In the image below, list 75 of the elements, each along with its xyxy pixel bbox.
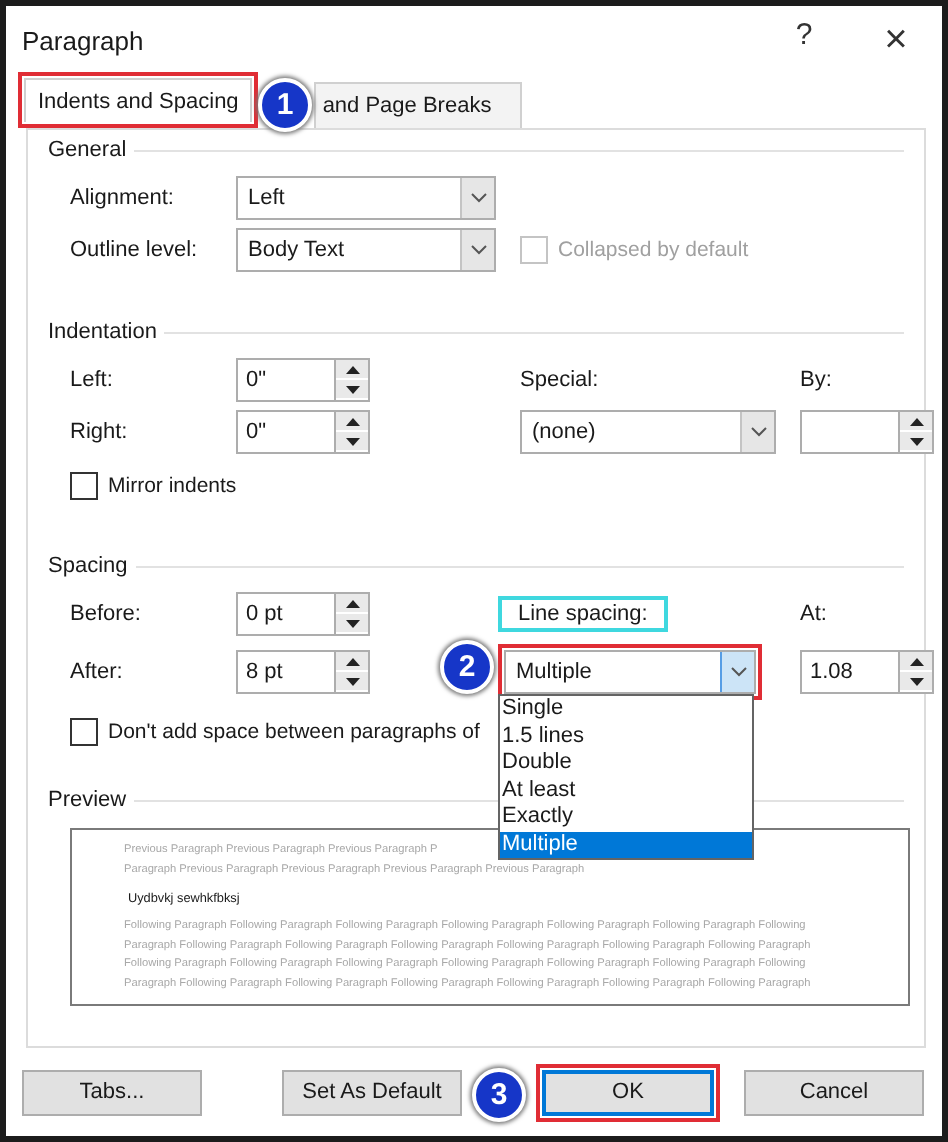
down-arrow-icon (345, 437, 359, 445)
up-arrow-icon (345, 657, 359, 665)
dropdown-option[interactable]: Double (500, 750, 752, 777)
dropdown[interactable]: Left (236, 176, 496, 220)
dropdown-option[interactable]: 1.5 lines (500, 723, 752, 750)
down-arrow-icon (345, 619, 359, 627)
up-arrow-icon (909, 417, 923, 425)
checkbox-label: Mirror indents (108, 474, 237, 498)
spin-down-button[interactable] (336, 672, 368, 692)
checkbox[interactable] (70, 718, 98, 746)
input-field[interactable]: 0" (236, 410, 336, 454)
down-arrow-icon (345, 677, 359, 685)
spin-up-button[interactable] (336, 594, 368, 614)
dialog-button[interactable]: Cancel (744, 1069, 924, 1115)
up-arrow-icon (345, 417, 359, 425)
step-badge: 3 (472, 1067, 526, 1121)
section-heading: General (48, 138, 127, 162)
field-label: Left: (70, 368, 115, 392)
spin-down-button[interactable] (336, 380, 368, 400)
window-title: Paragraph (22, 25, 144, 55)
spin-down-button[interactable] (900, 672, 932, 692)
input-field[interactable]: 0 pt (236, 592, 336, 636)
tab[interactable]: and Page Breaks (314, 82, 522, 128)
step-badge: 1 (258, 78, 312, 132)
dropdown-option[interactable]: Exactly (500, 804, 752, 831)
dropdown-option[interactable]: At least (500, 777, 752, 804)
up-arrow-icon (345, 365, 359, 373)
section-heading: Preview (48, 788, 127, 812)
down-arrow-icon (345, 385, 359, 393)
section-heading: Indentation (48, 320, 157, 344)
field-label: Outline level: (70, 238, 200, 262)
checkbox-label: Don't add space between paragraphs of (108, 720, 480, 744)
down-arrow-icon (909, 677, 923, 685)
help-button[interactable]: ? (758, 17, 850, 63)
input-field[interactable]: 0" (236, 358, 336, 402)
spin-down-button[interactable] (336, 432, 368, 452)
spin-up-button[interactable] (336, 360, 368, 380)
dropdown-option[interactable]: Multiple (500, 831, 752, 858)
chevron-down-icon (469, 244, 487, 256)
dialog-button[interactable]: OK (542, 1069, 714, 1115)
spin-up-button[interactable] (336, 412, 368, 432)
chevron-down-icon (749, 426, 767, 438)
spin-down-button[interactable] (336, 614, 368, 634)
spin-up-button[interactable] (900, 652, 932, 672)
down-arrow-icon (909, 437, 923, 445)
input-field[interactable] (800, 410, 900, 454)
up-arrow-icon (345, 599, 359, 607)
chevron-down-icon (469, 192, 487, 204)
chevron-down-icon (729, 666, 747, 678)
tab[interactable]: Indents and Spacing (24, 78, 253, 122)
section-heading: Spacing (48, 554, 128, 578)
up-arrow-icon (909, 657, 923, 665)
field-label: Alignment: (70, 186, 176, 210)
checkbox-label: Collapsed by default (558, 238, 749, 262)
spin-down-button[interactable] (900, 432, 932, 452)
field-label: By: (800, 368, 834, 392)
dialog-button[interactable]: Set As Default (282, 1069, 462, 1115)
field-label: After: (70, 660, 125, 684)
spin-up-button[interactable] (336, 652, 368, 672)
dropdown[interactable]: (none) (520, 410, 776, 454)
spin-up-button[interactable] (900, 412, 932, 432)
dropdown[interactable]: Multiple (504, 650, 756, 694)
input-field[interactable]: 8 pt (236, 650, 336, 694)
field-label: At: (800, 602, 829, 626)
field-label: Before: (70, 602, 143, 626)
close-button[interactable]: × (850, 17, 942, 63)
field-label: Right: (70, 420, 130, 444)
dropdown[interactable]: Body Text (236, 228, 496, 272)
field-label: Line spacing: (518, 602, 648, 626)
dialog-button[interactable]: Tabs... (22, 1069, 202, 1115)
dropdown-option[interactable]: Single (500, 696, 752, 723)
checkbox[interactable] (70, 472, 98, 500)
step-badge: 2 (440, 640, 494, 694)
field-label: Special: (520, 368, 601, 392)
input-field[interactable]: 1.08 (800, 650, 900, 694)
